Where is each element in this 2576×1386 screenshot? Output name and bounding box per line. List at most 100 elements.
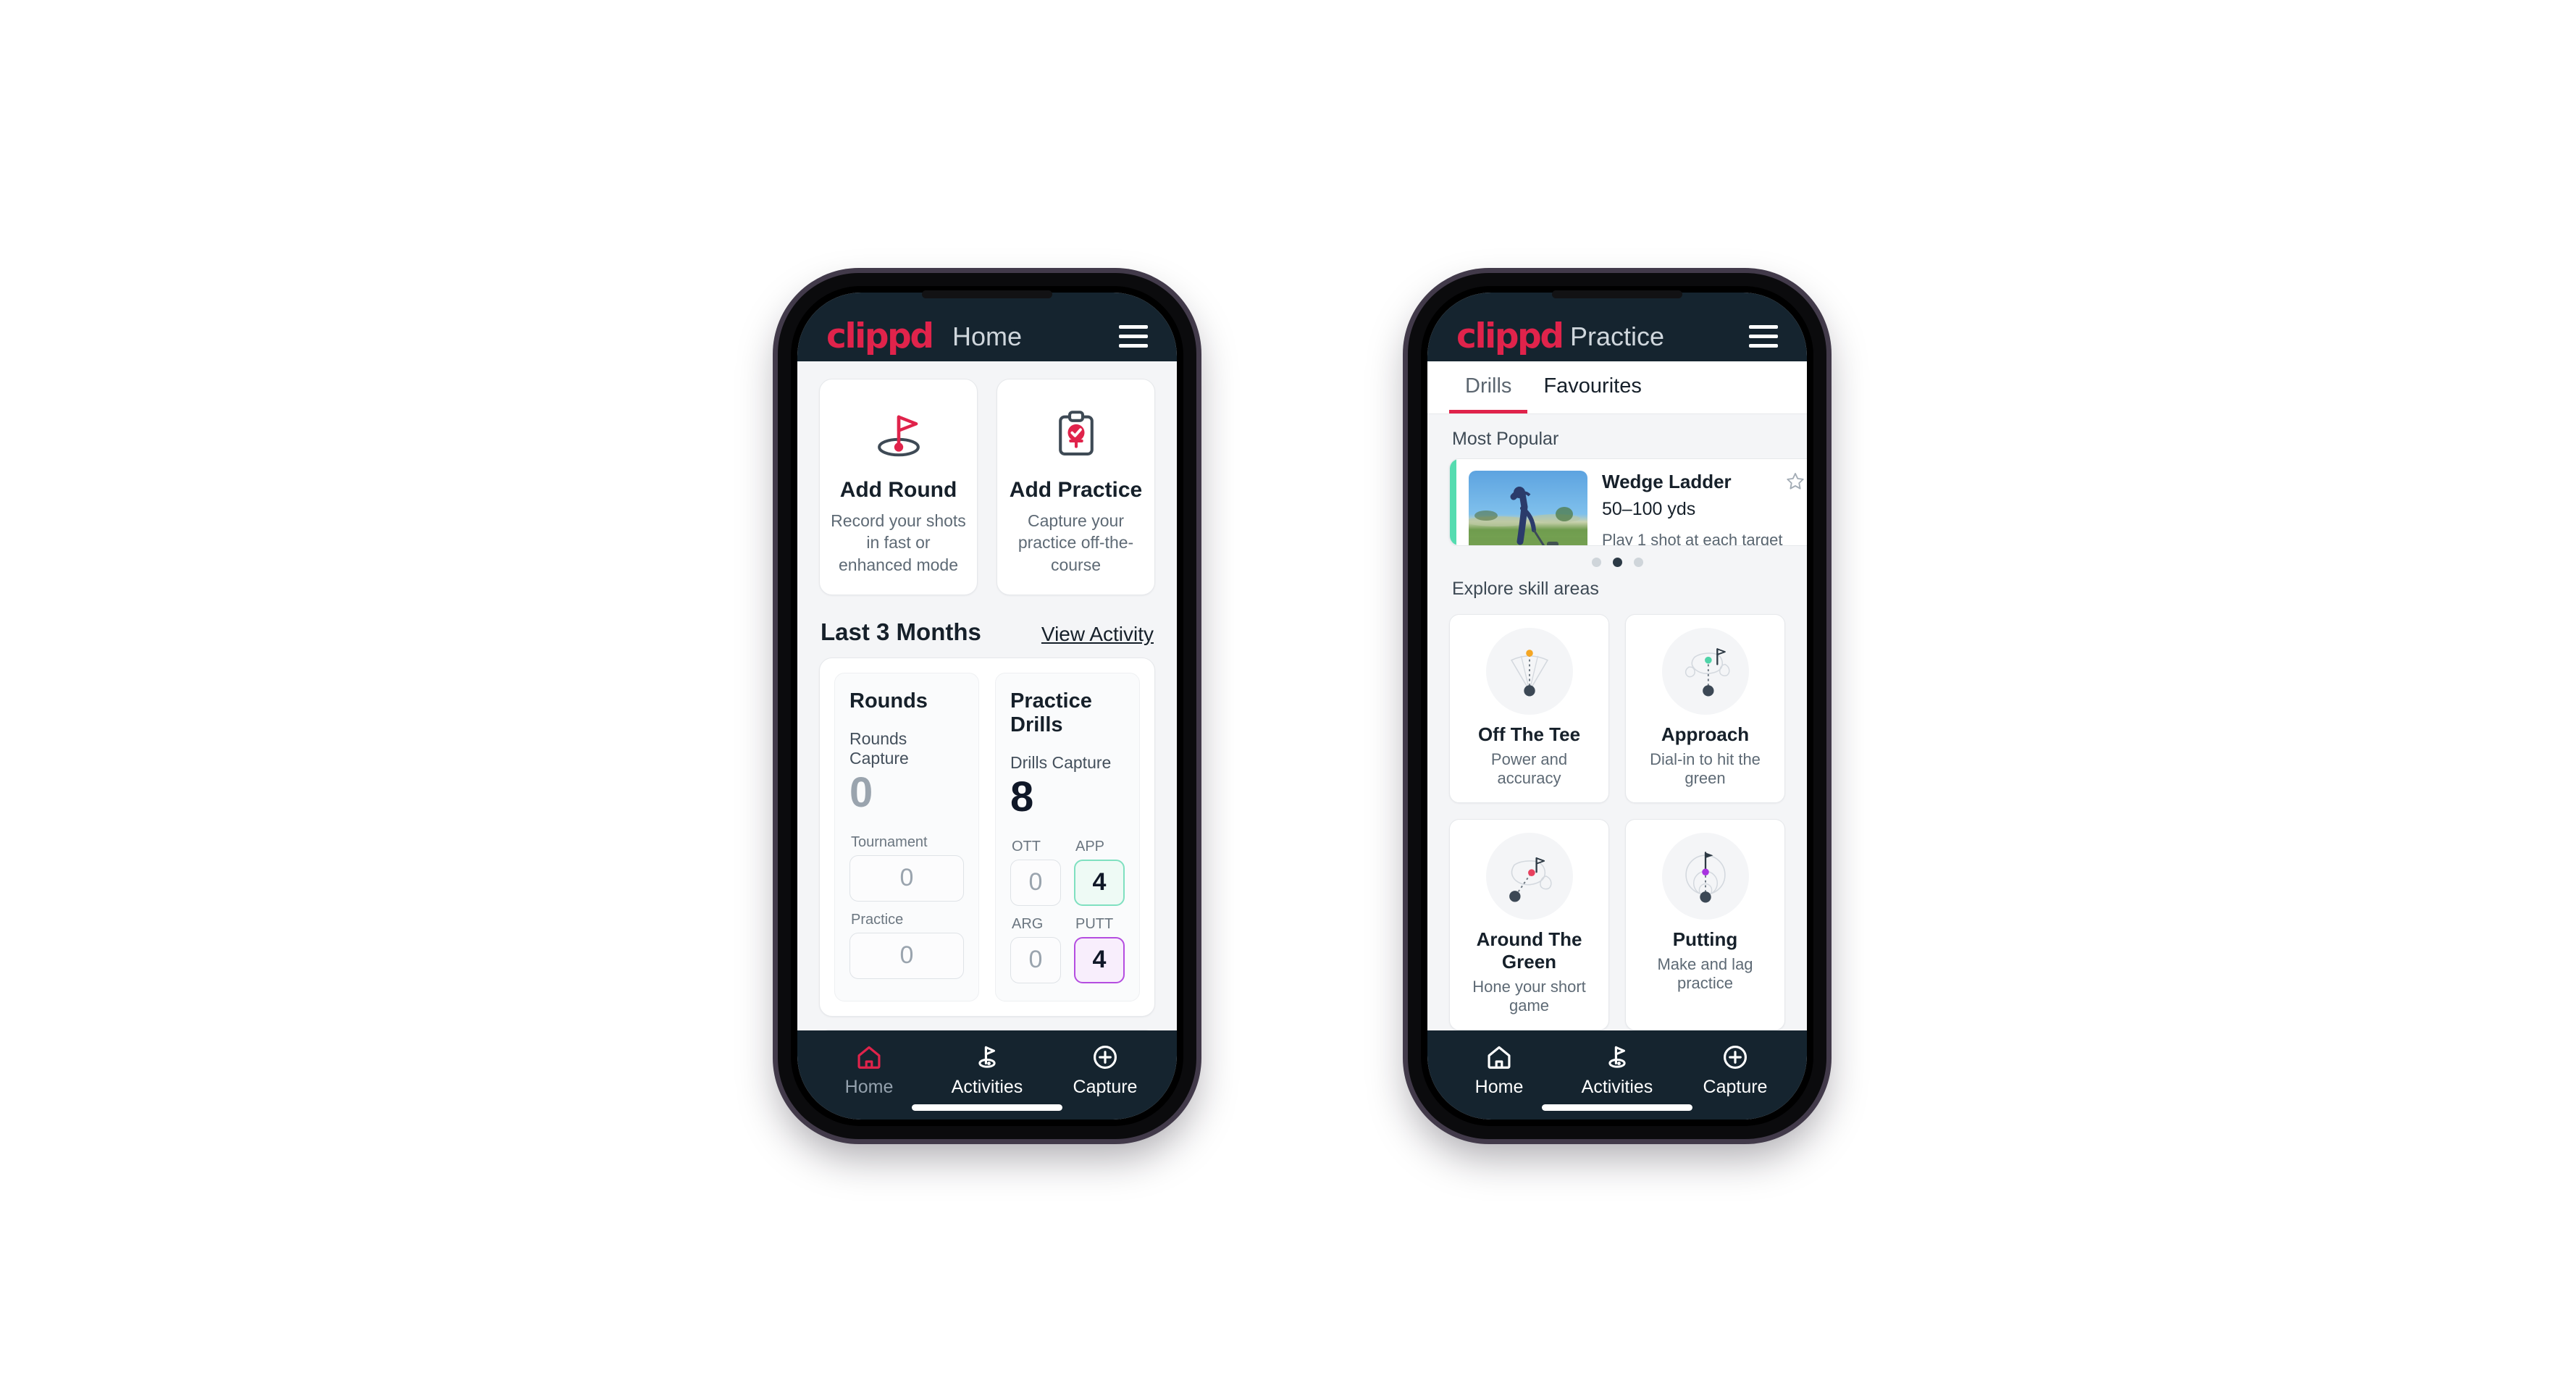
view-activity-link[interactable]: View Activity (1041, 623, 1154, 646)
skill-card-approach[interactable]: Approach Dial-in to hit the green (1625, 614, 1785, 803)
tournament-value[interactable]: 0 (849, 854, 964, 902)
nav-item-capture[interactable]: Capture (1058, 1042, 1152, 1098)
home-screen: clippd Home Add Round Record your shots … (797, 293, 1177, 1120)
carousel-dot-active[interactable] (1612, 558, 1622, 567)
phone-bezel: clippd Practice Drills Favourites Most P… (1421, 286, 1813, 1126)
nav-label-home: Home (1474, 1077, 1524, 1097)
golf-flag-icon (830, 401, 967, 468)
add-round-subtitle: Record your shots in fast or enhanced mo… (831, 511, 966, 574)
phone-speaker-slot (1552, 290, 1682, 298)
nav-label-capture: Capture (1073, 1077, 1138, 1097)
skill-title: Approach (1661, 723, 1750, 745)
chip-green-icon (1485, 833, 1573, 920)
carousel-dots[interactable] (1427, 546, 1807, 574)
hamburger-bar (1749, 335, 1778, 338)
ott-label: OTT (1012, 838, 1041, 854)
nav-item-activities[interactable]: Activities (1570, 1042, 1664, 1098)
putt-value[interactable]: 4 (1074, 936, 1125, 983)
home-icon (1485, 1042, 1513, 1072)
home-icon (855, 1042, 883, 1072)
practice-label: Practice (851, 911, 904, 928)
hamburger-bar (1119, 344, 1148, 348)
nav-item-home[interactable]: Home (822, 1042, 916, 1098)
drill-info: Wedge Ladder 50–100 yds Play 1 shot at e… (1602, 471, 1806, 546)
drill-thumbnail (1469, 471, 1587, 545)
app-label: APP (1075, 838, 1105, 854)
skill-subtitle: Dial-in to hit the green (1650, 750, 1761, 787)
rounds-capture-label: Rounds Capture (849, 729, 909, 768)
tab-favourites[interactable]: Favourites (1527, 361, 1657, 413)
hamburger-bar (1119, 325, 1148, 329)
app-value[interactable]: 4 (1074, 859, 1125, 906)
nav-label-activities: Activities (1581, 1077, 1653, 1097)
nav-item-capture[interactable]: Capture (1688, 1042, 1782, 1098)
carousel-dot[interactable] (1591, 558, 1601, 567)
quick-actions-row: Add Round Record your shots in fast or e… (797, 361, 1177, 596)
drill-carousel[interactable]: Wedge Ladder 50–100 yds Play 1 shot at e… (1427, 458, 1807, 546)
nav-item-activities[interactable]: Activities (940, 1042, 1034, 1098)
screenshot-canvas: clippd Home Add Round Record your shots … (0, 0, 2576, 1386)
nav-item-home[interactable]: Home (1452, 1042, 1546, 1098)
skill-card-around-the-green[interactable]: Around The Green Hone your short game (1449, 819, 1609, 1030)
section-title: Last 3 Months (821, 618, 981, 646)
putting-rings-icon (1661, 833, 1749, 920)
drill-card-wedge-ladder[interactable]: Wedge Ladder 50–100 yds Play 1 shot at e… (1449, 458, 1807, 546)
practice-tabs: Drills Favourites (1427, 361, 1807, 414)
add-practice-subtitle: Capture your practice off-the-course (1018, 511, 1134, 574)
drills-heading: Practice Drills (1010, 689, 1092, 737)
practice-content: Most Popular Wedge Ladder 50–100 yds Pla… (1427, 414, 1807, 1030)
hamburger-icon[interactable] (1749, 325, 1778, 348)
skill-title: Around The Green (1476, 928, 1582, 973)
skill-areas-grid: Off The Tee Power and accuracy Approach … (1427, 608, 1807, 1030)
skill-subtitle: Make and lag practice (1657, 955, 1753, 992)
drill-title-row: Wedge Ladder (1602, 471, 1806, 496)
practice-screen: clippd Practice Drills Favourites Most P… (1427, 293, 1807, 1120)
practice-value[interactable]: 0 (849, 932, 964, 979)
add-round-title: Add Round (839, 478, 957, 502)
phone-bezel: clippd Home Add Round Record your shots … (791, 286, 1183, 1126)
plus-circle-icon (1721, 1042, 1749, 1072)
phone-mockup-practice: clippd Practice Drills Favourites Most P… (1408, 273, 1826, 1139)
arg-value[interactable]: 0 (1010, 936, 1061, 983)
home-indicator-bar (912, 1104, 1062, 1111)
skill-subtitle: Hone your short game (1472, 978, 1586, 1015)
arg-putt-row: ARG 0 PUTT 4 (1010, 916, 1125, 983)
stats-card: Rounds Rounds Capture 0 Tournament 0 Pra… (819, 658, 1155, 1017)
putt-label: PUTT (1075, 915, 1114, 932)
arg-label: ARG (1012, 915, 1044, 932)
star-outline-icon[interactable] (1784, 471, 1806, 496)
rounds-column: Rounds Rounds Capture 0 Tournament 0 Pra… (834, 673, 979, 1001)
plus-circle-icon (1091, 1042, 1119, 1072)
add-practice-card[interactable]: Add Practice Capture your practice off-t… (997, 379, 1155, 596)
hamburger-icon[interactable] (1119, 325, 1148, 348)
nav-label-capture: Capture (1703, 1077, 1768, 1097)
clippd-logo[interactable]: clippd (826, 319, 934, 353)
skill-title: Putting (1672, 928, 1738, 950)
practice-drills-column: Practice Drills Drills Capture 8 OTT 0 A… (995, 673, 1140, 1001)
clipboard-check-icon (1007, 401, 1144, 468)
practice-bottom-nav: Home Activities Capture (1427, 1030, 1807, 1120)
drill-yardage: 50–100 yds (1602, 499, 1696, 519)
explore-skill-areas-label: Explore skill areas (1452, 579, 1599, 599)
clippd-logo[interactable]: clippd (1456, 319, 1564, 353)
add-round-card[interactable]: Add Round Record your shots in fast or e… (819, 379, 978, 596)
drill-description: Play 1 shot at each target yardage. If y… (1602, 531, 1783, 546)
carousel-dot[interactable] (1633, 558, 1643, 567)
rounds-capture-value: 0 (849, 769, 873, 817)
hamburger-bar (1749, 344, 1778, 348)
rounds-heading: Rounds (849, 689, 928, 713)
drills-capture-label: Drills Capture (1010, 753, 1112, 773)
skill-card-putting[interactable]: Putting Make and lag practice (1625, 819, 1785, 1030)
phone-mockup-home: clippd Home Add Round Record your shots … (778, 273, 1196, 1139)
home-indicator-bar (1542, 1104, 1692, 1111)
practice-appbar: clippd Practice (1427, 293, 1807, 361)
home-content: Add Round Record your shots in fast or e… (797, 361, 1177, 1030)
tab-drills[interactable]: Drills (1449, 361, 1528, 413)
ott-value[interactable]: 0 (1010, 859, 1061, 906)
nav-label-home: Home (844, 1077, 894, 1097)
drill-title: Wedge Ladder (1602, 471, 1732, 492)
skill-card-off-the-tee[interactable]: Off The Tee Power and accuracy (1449, 614, 1609, 803)
golf-flag-icon (1603, 1042, 1631, 1072)
drill-accent-bar (1450, 459, 1456, 545)
tournament-label: Tournament (851, 833, 928, 850)
